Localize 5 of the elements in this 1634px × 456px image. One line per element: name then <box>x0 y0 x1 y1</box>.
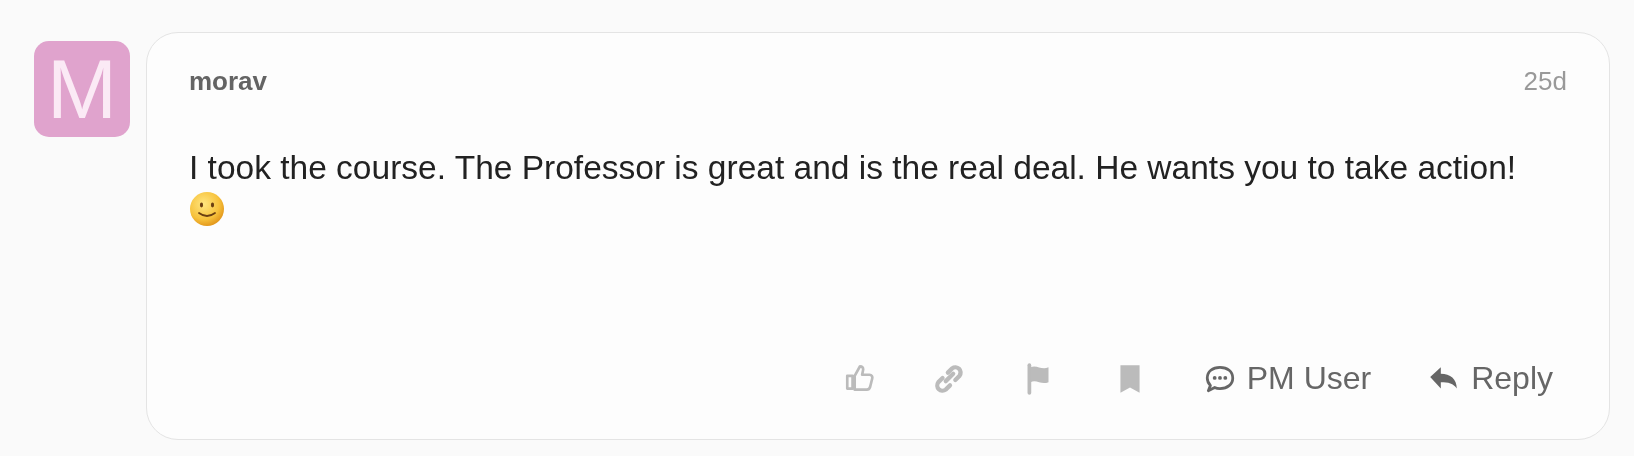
smile-emoji-icon <box>189 191 225 227</box>
reply-button[interactable]: Reply <box>1413 354 1567 403</box>
post-text: I took the course. The Professor is great and is the real deal. He wants you to take action! <box>189 148 1518 188</box>
username[interactable]: morav <box>189 66 268 97</box>
pm-user-button[interactable]: PM User <box>1188 354 1386 403</box>
